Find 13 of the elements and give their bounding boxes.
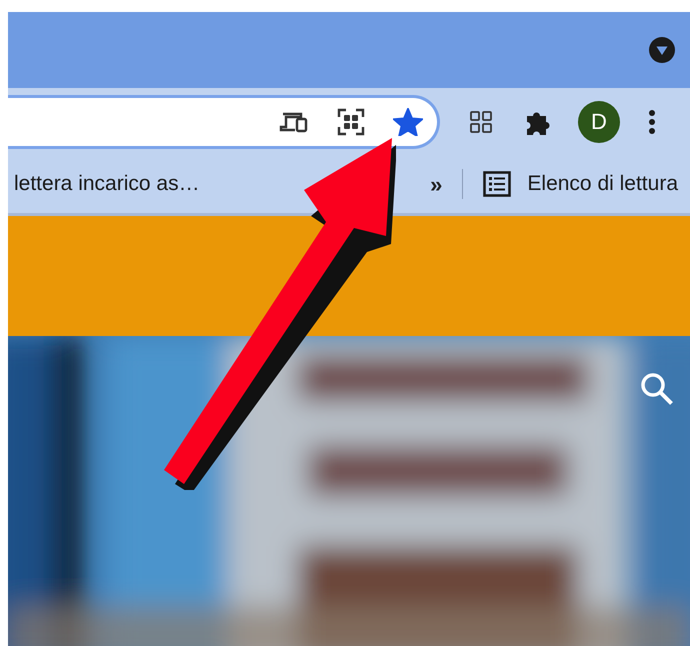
address-bar[interactable]	[8, 94, 440, 148]
tab-search-icon[interactable]	[648, 36, 676, 64]
reading-list-icon[interactable]	[483, 171, 512, 197]
reading-list-link[interactable]: Elenco di lettura	[527, 168, 678, 200]
qr-code-icon[interactable]	[337, 108, 365, 136]
devices-icon[interactable]	[279, 110, 309, 132]
search-icon[interactable]	[640, 372, 674, 406]
profile-avatar[interactable]: D	[578, 100, 620, 142]
overflow-chevron[interactable]: »	[430, 168, 442, 200]
grid-icon[interactable]	[470, 110, 492, 132]
bookmark-star-icon[interactable]	[393, 108, 423, 136]
menu-icon[interactable]	[648, 108, 656, 134]
bookmark-link[interactable]: lettera incarico as…	[14, 168, 200, 200]
